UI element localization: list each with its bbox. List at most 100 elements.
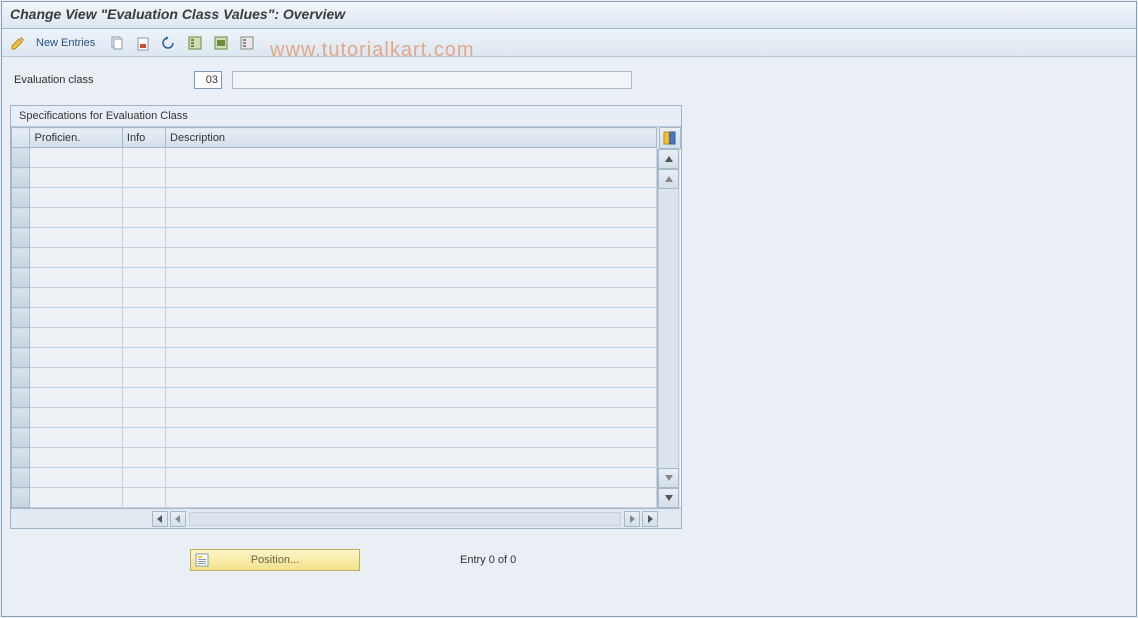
scroll-right-last-icon[interactable] bbox=[642, 511, 658, 527]
cell-description[interactable] bbox=[166, 208, 657, 228]
cell-description[interactable] bbox=[166, 408, 657, 428]
cell-info[interactable] bbox=[122, 488, 165, 508]
scroll-up-icon[interactable] bbox=[658, 149, 679, 169]
cell-info[interactable] bbox=[122, 408, 165, 428]
row-selector[interactable] bbox=[12, 328, 30, 348]
cell-info[interactable] bbox=[122, 188, 165, 208]
cell-description[interactable] bbox=[166, 428, 657, 448]
cell-info[interactable] bbox=[122, 228, 165, 248]
cell-description[interactable] bbox=[166, 228, 657, 248]
cell-description[interactable] bbox=[166, 368, 657, 388]
cell-description[interactable] bbox=[166, 448, 657, 468]
change-icon[interactable] bbox=[8, 33, 28, 53]
scroll-left-icon[interactable] bbox=[170, 511, 186, 527]
cell-info[interactable] bbox=[122, 248, 165, 268]
table-config-icon[interactable] bbox=[659, 127, 681, 149]
cell-description[interactable] bbox=[166, 168, 657, 188]
scroll-left-first-icon[interactable] bbox=[152, 511, 168, 527]
row-selector[interactable] bbox=[12, 408, 30, 428]
cell-proficien[interactable] bbox=[30, 408, 122, 428]
cell-proficien[interactable] bbox=[30, 228, 122, 248]
cell-description[interactable] bbox=[166, 308, 657, 328]
cell-description[interactable] bbox=[166, 328, 657, 348]
row-selector-header[interactable] bbox=[12, 128, 30, 148]
cell-description[interactable] bbox=[166, 268, 657, 288]
cell-info[interactable] bbox=[122, 288, 165, 308]
cell-info[interactable] bbox=[122, 268, 165, 288]
cell-description[interactable] bbox=[166, 468, 657, 488]
cell-description[interactable] bbox=[166, 388, 657, 408]
cell-info[interactable] bbox=[122, 208, 165, 228]
page-down-icon[interactable] bbox=[658, 468, 679, 488]
select-block-icon[interactable] bbox=[211, 33, 231, 53]
vscroll-track[interactable] bbox=[658, 189, 679, 468]
table-row bbox=[12, 408, 657, 428]
table-row bbox=[12, 248, 657, 268]
row-selector[interactable] bbox=[12, 488, 30, 508]
cell-info[interactable] bbox=[122, 468, 165, 488]
cell-proficien[interactable] bbox=[30, 428, 122, 448]
row-selector[interactable] bbox=[12, 168, 30, 188]
undo-icon[interactable] bbox=[159, 33, 179, 53]
cell-proficien[interactable] bbox=[30, 168, 122, 188]
row-selector[interactable] bbox=[12, 448, 30, 468]
cell-proficien[interactable] bbox=[30, 148, 122, 168]
row-selector[interactable] bbox=[12, 208, 30, 228]
cell-info[interactable] bbox=[122, 388, 165, 408]
row-selector[interactable] bbox=[12, 428, 30, 448]
copy-icon[interactable] bbox=[107, 33, 127, 53]
cell-proficien[interactable] bbox=[30, 468, 122, 488]
cell-info[interactable] bbox=[122, 368, 165, 388]
cell-description[interactable] bbox=[166, 288, 657, 308]
cell-proficien[interactable] bbox=[30, 188, 122, 208]
row-selector[interactable] bbox=[12, 388, 30, 408]
new-entries-button[interactable]: New Entries bbox=[34, 37, 101, 49]
cell-proficien[interactable] bbox=[30, 308, 122, 328]
row-selector[interactable] bbox=[12, 188, 30, 208]
evaluation-class-desc-input[interactable] bbox=[232, 71, 632, 89]
cell-info[interactable] bbox=[122, 448, 165, 468]
row-selector[interactable] bbox=[12, 368, 30, 388]
cell-description[interactable] bbox=[166, 488, 657, 508]
select-all-icon[interactable] bbox=[185, 33, 205, 53]
row-selector[interactable] bbox=[12, 468, 30, 488]
cell-proficien[interactable] bbox=[30, 488, 122, 508]
cell-description[interactable] bbox=[166, 248, 657, 268]
col-header-description[interactable]: Description bbox=[166, 128, 657, 148]
cell-info[interactable] bbox=[122, 148, 165, 168]
cell-proficien[interactable] bbox=[30, 288, 122, 308]
scroll-right-icon[interactable] bbox=[624, 511, 640, 527]
cell-proficien[interactable] bbox=[30, 348, 122, 368]
position-button[interactable]: Position... bbox=[190, 549, 360, 571]
deselect-all-icon[interactable] bbox=[237, 33, 257, 53]
cell-proficien[interactable] bbox=[30, 328, 122, 348]
row-selector[interactable] bbox=[12, 148, 30, 168]
cell-description[interactable] bbox=[166, 148, 657, 168]
cell-proficien[interactable] bbox=[30, 448, 122, 468]
page-up-icon[interactable] bbox=[658, 169, 679, 189]
cell-proficien[interactable] bbox=[30, 388, 122, 408]
cell-proficien[interactable] bbox=[30, 248, 122, 268]
row-selector[interactable] bbox=[12, 288, 30, 308]
cell-description[interactable] bbox=[166, 348, 657, 368]
cell-info[interactable] bbox=[122, 328, 165, 348]
cell-info[interactable] bbox=[122, 348, 165, 368]
cell-info[interactable] bbox=[122, 308, 165, 328]
col-header-info[interactable]: Info bbox=[122, 128, 165, 148]
row-selector[interactable] bbox=[12, 348, 30, 368]
cell-description[interactable] bbox=[166, 188, 657, 208]
cell-info[interactable] bbox=[122, 428, 165, 448]
col-header-proficien[interactable]: Proficien. bbox=[30, 128, 122, 148]
cell-proficien[interactable] bbox=[30, 268, 122, 288]
row-selector[interactable] bbox=[12, 268, 30, 288]
scroll-down-icon[interactable] bbox=[658, 488, 679, 508]
cell-proficien[interactable] bbox=[30, 208, 122, 228]
cell-proficien[interactable] bbox=[30, 368, 122, 388]
row-selector[interactable] bbox=[12, 228, 30, 248]
cell-info[interactable] bbox=[122, 168, 165, 188]
delete-icon[interactable] bbox=[133, 33, 153, 53]
row-selector[interactable] bbox=[12, 308, 30, 328]
hscroll-track[interactable] bbox=[189, 512, 621, 526]
row-selector[interactable] bbox=[12, 248, 30, 268]
evaluation-class-input[interactable] bbox=[194, 71, 222, 89]
